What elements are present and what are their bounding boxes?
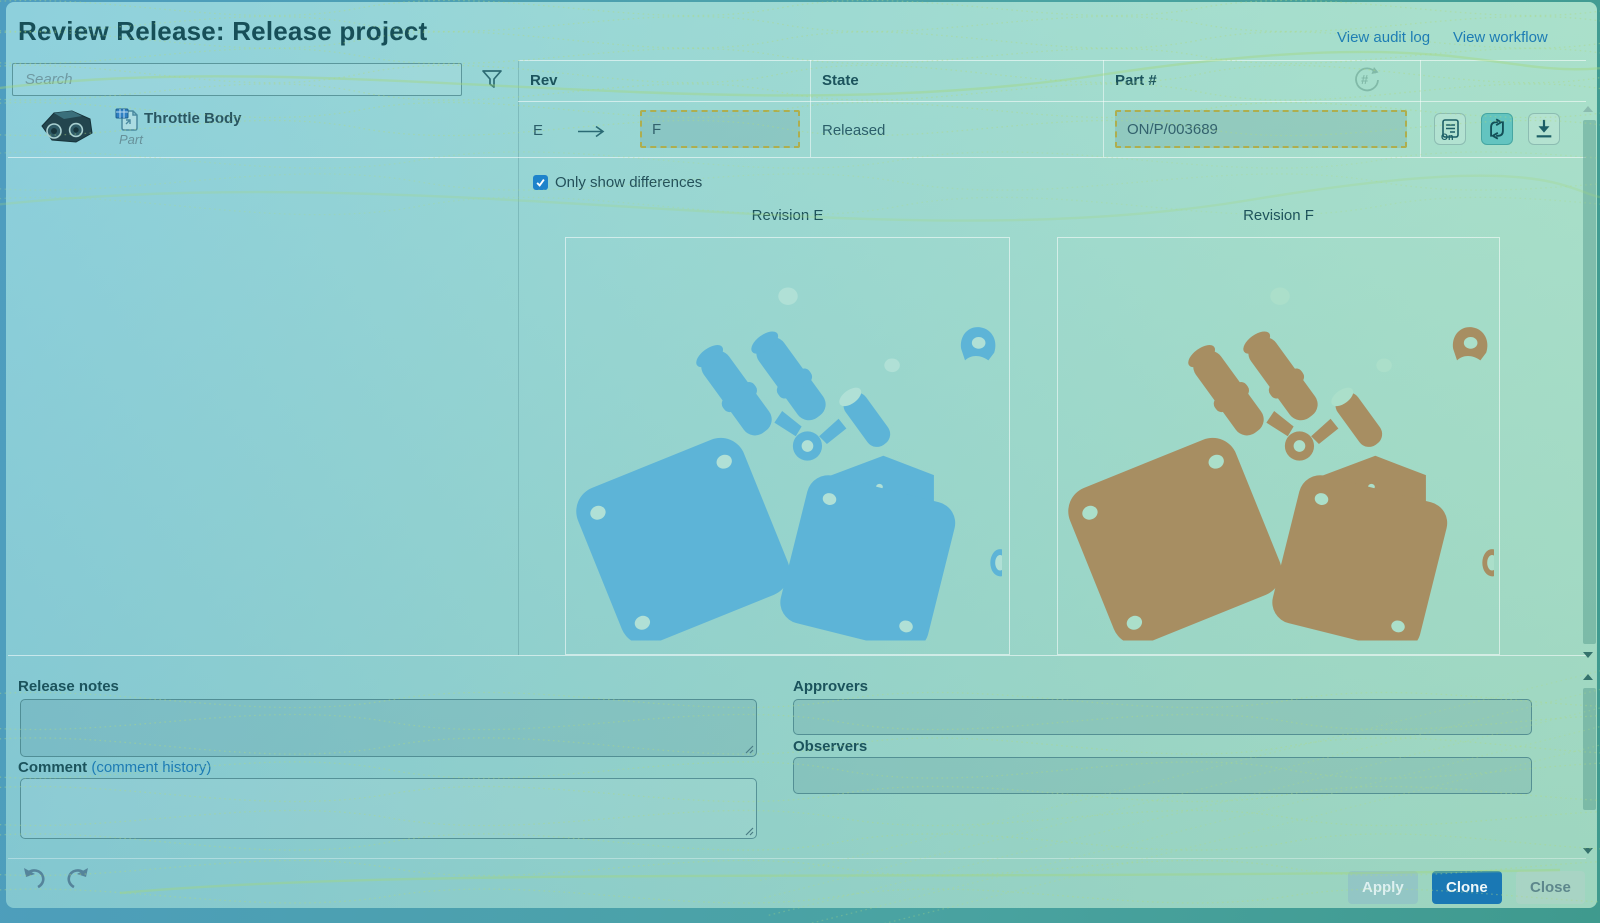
approvers-label: Approvers: [793, 678, 868, 695]
comment-wrap: [20, 778, 757, 839]
resize-handle-icon[interactable]: [744, 744, 754, 754]
rev-arrow-icon: [576, 125, 606, 138]
col-divider-1: [810, 60, 811, 157]
revision-e-cad-model: [574, 250, 1002, 642]
notes-icon: On: [1439, 118, 1461, 141]
scroll-up-arrow-form[interactable]: [1583, 674, 1593, 680]
comment-textarea[interactable]: [20, 778, 757, 839]
main-divider: [8, 655, 1586, 656]
state-value: Released: [822, 122, 885, 139]
view-audit-log-link[interactable]: View audit log: [1337, 29, 1430, 46]
only-show-differences-checkbox[interactable]: [533, 175, 548, 190]
compare-icon: [1486, 118, 1508, 140]
observers-label: Observers: [793, 738, 867, 755]
compare-revisions-button[interactable]: [1481, 113, 1513, 145]
part-type-icon: [114, 107, 140, 133]
header-row-border: [518, 101, 1586, 102]
part-thumbnail[interactable]: [38, 104, 96, 146]
col-header-rev: Rev: [530, 72, 558, 89]
scroll-down-arrow-form[interactable]: [1583, 848, 1593, 854]
close-button[interactable]: Close: [1516, 871, 1585, 904]
undo-icon[interactable]: [20, 866, 48, 890]
scrollbar-thumb-form[interactable]: [1583, 688, 1596, 810]
scrollbar-thumb-main[interactable]: [1583, 120, 1596, 644]
download-icon: [1533, 118, 1555, 140]
search-input[interactable]: [12, 63, 462, 96]
revision-f-cad-model: [1066, 250, 1494, 642]
row-border: [8, 157, 1586, 158]
download-button[interactable]: [1528, 113, 1560, 145]
revision-f-viewport[interactable]: [1057, 237, 1500, 655]
revision-e-viewport[interactable]: [565, 237, 1010, 655]
scroll-down-arrow-main[interactable]: [1583, 652, 1593, 658]
list-item-type: Part: [119, 132, 143, 147]
filter-icon[interactable]: [480, 68, 504, 92]
panel-divider: [518, 60, 519, 655]
clone-button[interactable]: Clone: [1432, 871, 1502, 904]
redo-icon[interactable]: [64, 866, 92, 890]
col-header-part: Part #: [1115, 72, 1157, 89]
col-divider-2: [1103, 60, 1104, 157]
table-top-border: [518, 60, 1586, 61]
observers-input[interactable]: [793, 757, 1532, 794]
approvers-input[interactable]: [793, 699, 1532, 735]
view-workflow-link[interactable]: View workflow: [1453, 29, 1548, 46]
review-release-dialog: Review Release: Release project View aud…: [6, 2, 1597, 908]
release-notes-label: Release notes: [18, 678, 119, 695]
page-title: Review Release: Release project: [18, 16, 427, 47]
comment-label-text: Comment: [18, 759, 87, 776]
col-divider-3: [1420, 60, 1421, 157]
only-show-differences-label[interactable]: Only show differences: [555, 174, 702, 191]
comment-history-link[interactable]: (comment history): [91, 759, 211, 776]
check-icon: [535, 177, 546, 188]
scroll-up-arrow-main[interactable]: [1583, 106, 1593, 112]
footer-divider: [8, 858, 1586, 859]
part-number-input[interactable]: [1115, 110, 1407, 148]
rev-from: E: [533, 122, 543, 139]
notes-button[interactable]: On: [1434, 113, 1466, 145]
revision-f-caption: Revision F: [1057, 207, 1500, 224]
comment-label: Comment (comment history): [18, 759, 211, 776]
observers-wrap: [793, 757, 1532, 794]
revision-e-caption: Revision E: [565, 207, 1010, 224]
apply-button[interactable]: Apply: [1348, 871, 1418, 904]
approvers-wrap: [793, 699, 1532, 735]
regenerate-number-icon[interactable]: #: [1352, 64, 1382, 94]
rev-to-input[interactable]: [640, 110, 800, 148]
release-notes-wrap: [20, 699, 757, 757]
col-header-state: State: [822, 72, 859, 89]
resize-handle-icon[interactable]: [744, 826, 754, 836]
list-item-title[interactable]: Throttle Body: [144, 110, 242, 127]
svg-text:#: #: [1361, 72, 1369, 87]
release-notes-textarea[interactable]: [20, 699, 757, 757]
svg-text:On: On: [1441, 132, 1454, 141]
